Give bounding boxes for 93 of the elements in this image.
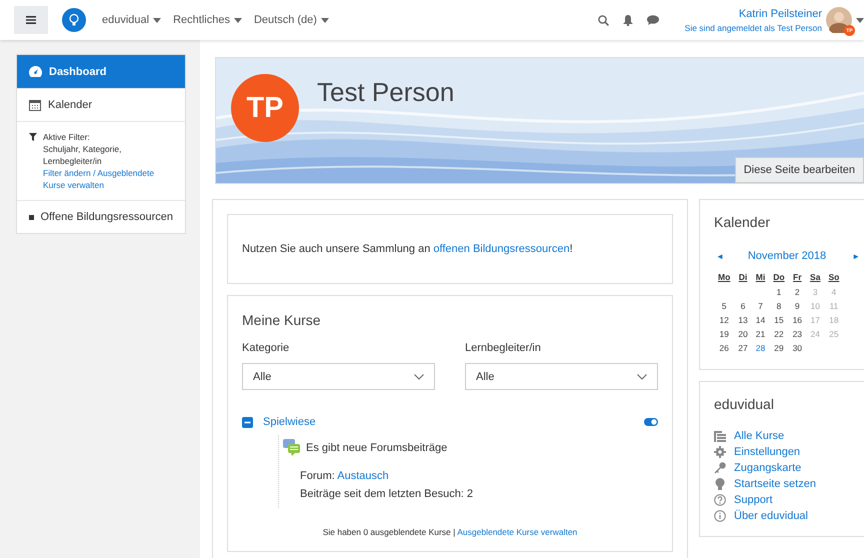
profile-name: Test Person [317, 77, 454, 108]
block-link[interactable]: Alle Kurse [734, 430, 784, 442]
previous-month-button[interactable]: ◄ [714, 252, 724, 260]
filter-label: Kategorie [242, 342, 290, 354]
calendar-icon [29, 99, 41, 111]
news-title: Es gibt neue Forumsbeiträge [306, 442, 448, 454]
block-link[interactable]: Startseite setzen [734, 478, 816, 490]
calendar-day[interactable]: 8 [769, 299, 789, 313]
manage-hidden-link[interactable]: Ausgeblendete Kurse verwalten [457, 527, 578, 537]
weekday-header: So [827, 271, 840, 284]
card-title: Meine Kurse [242, 312, 322, 328]
weekday-header: Mi [754, 271, 766, 284]
forum-icon [283, 439, 301, 456]
calendar-day[interactable]: 29 [769, 341, 789, 355]
calendar-day[interactable]: 20 [734, 327, 752, 341]
caret-icon [856, 18, 864, 22]
calendar-day[interactable]: 16 [788, 313, 806, 327]
month-link[interactable]: November 2018 [748, 250, 826, 262]
caret-icon [234, 18, 242, 22]
nav-menu[interactable]: eduvidual [102, 14, 162, 26]
bell-icon[interactable] [622, 14, 633, 26]
nav-item[interactable]: Kalender [17, 89, 185, 122]
search-icon[interactable] [598, 14, 609, 26]
forum-link[interactable]: Austausch [337, 470, 389, 482]
help-icon [714, 494, 726, 506]
weekday-header: Sa [809, 271, 822, 284]
login-status: Sie sind angemeldet als Test Person [684, 22, 822, 32]
gear-icon [714, 446, 726, 458]
lightbulb-logo[interactable] [62, 8, 86, 32]
block-link[interactable]: Über eduvidual [734, 510, 808, 522]
info-icon [714, 510, 726, 522]
nav-item[interactable]: Dashboard [17, 55, 185, 89]
calendar-day[interactable]: 13 [734, 313, 752, 327]
chat-icon[interactable] [646, 15, 659, 25]
weekday-header: Do [772, 271, 786, 284]
calendar-day[interactable]: 7 [752, 299, 770, 313]
calendar-day[interactable]: 21 [752, 327, 770, 341]
chevron-icon [414, 374, 424, 380]
calendar-day[interactable]: 19 [714, 327, 734, 341]
menu-icon [26, 16, 36, 24]
block-link[interactable]: Zugangskarte [734, 462, 802, 474]
nav-menu[interactable]: Rechtliches [173, 14, 242, 26]
menu-button[interactable] [14, 6, 48, 34]
block-link[interactable]: Support [734, 494, 773, 506]
calendar-day[interactable]: 1 [769, 285, 789, 299]
weekday-header: Fr [792, 271, 803, 284]
toggle-switch[interactable] [644, 418, 658, 426]
collapse-icon[interactable] [242, 416, 253, 428]
card-title: eduvidual [714, 396, 774, 412]
resources-link[interactable]: offenen Bildungsressourcen [433, 243, 570, 255]
notice-text: Nutzen Sie auch unsere Sammlung an offenen Bildungsressourcen! [242, 243, 573, 255]
calendar-day[interactable]: 2 [788, 285, 806, 299]
list-icon [714, 430, 726, 442]
caret-icon [320, 18, 329, 22]
filter-values: Schuljahr, Kategorie, Lernbegleiter/in [43, 143, 122, 167]
nav-menu[interactable]: Deutsch (de) [254, 14, 329, 26]
edit-page-button[interactable]: Diese Seite bearbeiten [734, 157, 864, 183]
filter-icon [29, 133, 37, 141]
user-name[interactable]: Katrin Peilsteiner [738, 8, 822, 20]
hidden-courses-text: Sie haben 0 ausgeblendete Kurse | Ausgeblendete Kurse verwalten [322, 527, 578, 537]
weekday-header: Di [738, 271, 748, 284]
next-month-button[interactable]: ► [850, 252, 860, 260]
avatar[interactable] [826, 7, 852, 33]
filter-dropdown[interactable]: Alle [242, 363, 435, 390]
chevron-icon [637, 374, 647, 380]
filter-dropdown[interactable]: Alle [465, 363, 658, 390]
calendar-day[interactable]: 5 [714, 299, 734, 313]
lightbulb-icon [714, 478, 726, 490]
calendar-day[interactable]: 27 [734, 341, 752, 355]
filter-label: Aktive Filter: [43, 131, 91, 143]
calendar-day[interactable]: 12 [714, 313, 734, 327]
calendar-day[interactable]: 22 [769, 327, 789, 341]
filter-link[interactable]: Filter ändern / Ausgeblendete Kurse verwalten [43, 167, 173, 191]
nav-item[interactable]: Offene Bildungsressourcen [17, 201, 185, 233]
caret-icon [153, 18, 162, 22]
calendar-day[interactable]: 28 [752, 341, 770, 355]
calendar-day[interactable]: 26 [714, 341, 734, 355]
calendar-day[interactable]: 15 [769, 313, 789, 327]
calendar-day[interactable]: 9 [788, 299, 806, 313]
calendar-day[interactable]: 23 [788, 327, 806, 341]
filter-label: Lernbegleiter/in [465, 342, 542, 354]
calendar-day[interactable]: 14 [752, 313, 770, 327]
forum-text: Forum: Austausch [300, 470, 390, 482]
block-link[interactable]: Einstellungen [734, 446, 800, 458]
bullet-icon [29, 214, 34, 220]
card-title: Kalender [714, 214, 770, 230]
gauge-icon [29, 66, 42, 77]
posts-count: Beiträge seit dem letzten Besuch: 2 [300, 488, 474, 500]
course-link[interactable]: Spielwiese [263, 416, 634, 428]
weekday-header: Mo [717, 271, 732, 284]
calendar-day[interactable]: 30 [788, 341, 806, 355]
key-icon [714, 462, 726, 474]
calendar-day[interactable]: 6 [734, 299, 752, 313]
